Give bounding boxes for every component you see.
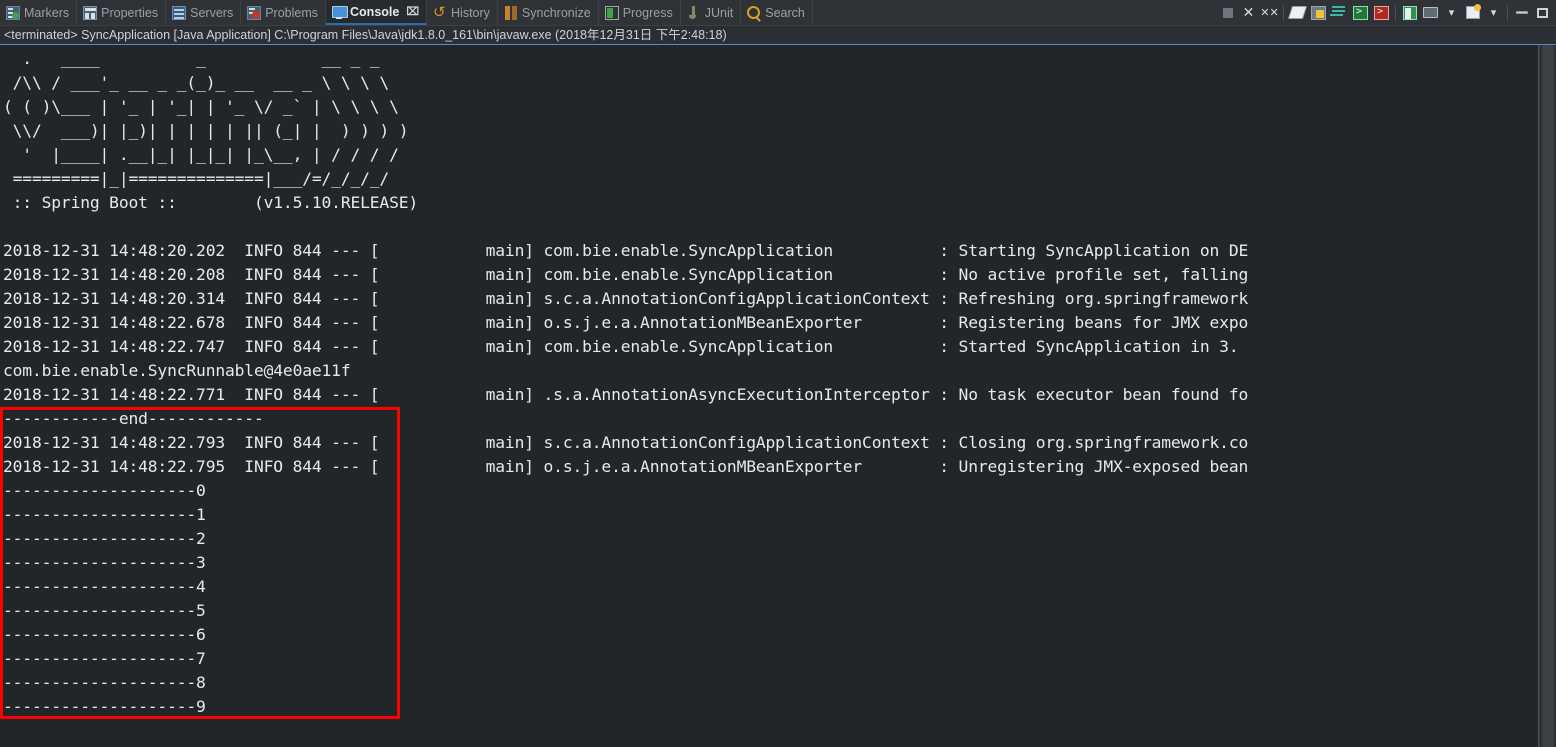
problems-icon: [247, 5, 262, 20]
tab-console[interactable]: Console ⌧: [326, 0, 428, 25]
chevron-down-icon: ▾: [1448, 6, 1455, 19]
display-selected-console-button[interactable]: [1421, 3, 1440, 22]
word-wrap-button[interactable]: [1330, 3, 1349, 22]
minimize-icon: [1515, 11, 1528, 14]
console-text-canvas[interactable]: . ____ _ __ _ _ /\\ / ___'_ __ _ _(_)_ _…: [0, 45, 1539, 747]
scroll-lock-button[interactable]: [1309, 3, 1328, 22]
tab-label: Markers: [24, 5, 70, 20]
display-console-icon: [1423, 7, 1438, 18]
tab-synchronize[interactable]: Synchronize: [498, 0, 599, 25]
tab-problems[interactable]: Problems: [241, 0, 327, 25]
tab-markers[interactable]: Markers: [0, 0, 78, 25]
maximize-icon: [1537, 7, 1548, 18]
vertical-scrollbar[interactable]: [1539, 45, 1556, 747]
junit-icon: [687, 5, 701, 20]
remove-launch-button[interactable]: ✕: [1239, 3, 1258, 22]
progress-icon: [604, 5, 619, 20]
remove-all-terminated-button[interactable]: ✕✕: [1260, 3, 1279, 22]
tab-label: Console: [350, 4, 400, 19]
tab-label: Problems: [265, 5, 319, 20]
tab-label: Servers: [190, 5, 234, 20]
view-tabs: Markers Properties Servers Problems Cons…: [0, 0, 1214, 25]
tab-label: History: [451, 5, 490, 20]
clear-console-button[interactable]: [1287, 3, 1308, 22]
tab-label: Search: [765, 5, 805, 20]
tab-junit[interactable]: JUnit: [681, 0, 742, 25]
tab-label: JUnit: [704, 5, 734, 20]
terminate-button[interactable]: [1218, 3, 1237, 22]
console-output-area: . ____ _ __ _ _ /\\ / ___'_ __ _ _(_)_ _…: [0, 45, 1556, 747]
spring-boot-banner: . ____ _ __ _ _ /\\ / ___'_ __ _ _(_)_ _…: [3, 49, 419, 212]
show-console-stdout-button[interactable]: [1351, 3, 1370, 22]
open-console-button[interactable]: [1463, 3, 1482, 22]
eclipse-console-view: Markers Properties Servers Problems Cons…: [0, 0, 1556, 747]
chevron-down-icon: ▾: [1490, 6, 1497, 19]
minimize-view-button[interactable]: [1512, 3, 1531, 22]
tab-label: Properties: [101, 5, 159, 20]
display-console-dropdown[interactable]: ▾: [1442, 3, 1461, 22]
history-icon: [433, 3, 447, 21]
toolbar-separator: [1507, 4, 1508, 21]
view-tab-bar: Markers Properties Servers Problems Cons…: [0, 0, 1556, 26]
properties-icon: [83, 5, 98, 20]
clear-console-icon: [1287, 6, 1308, 19]
servers-icon: [172, 5, 187, 20]
pin-console-icon: [1402, 5, 1417, 20]
toolbar-separator: [1395, 4, 1396, 21]
close-icon[interactable]: ⌧: [406, 0, 419, 25]
console-stderr-icon: [1374, 5, 1389, 20]
new-console-icon: [1465, 4, 1481, 19]
console-icon: [332, 5, 349, 19]
maximize-view-button[interactable]: [1533, 3, 1552, 22]
scrollbar-thumb[interactable]: [1542, 45, 1554, 747]
console-log-text: 2018-12-31 14:48:20.202 INFO 844 --- [ m…: [3, 241, 1249, 716]
tab-search[interactable]: Search: [741, 0, 813, 25]
console-toolbar: ✕ ✕✕ ▾ ▾: [1214, 0, 1556, 25]
process-launch-label: <terminated> SyncApplication [Java Appli…: [0, 26, 1556, 45]
console-stdout-icon: [1353, 5, 1368, 20]
tab-history[interactable]: History: [427, 0, 498, 25]
markers-icon: [6, 5, 20, 20]
tab-properties[interactable]: Properties: [77, 0, 167, 25]
close-x-icon: ✕: [1242, 4, 1255, 21]
tab-label: Progress: [622, 5, 673, 20]
synchronize-icon: [504, 5, 518, 20]
toolbar-separator: [1283, 4, 1284, 21]
pin-console-button[interactable]: [1400, 3, 1419, 22]
open-console-dropdown[interactable]: ▾: [1484, 3, 1503, 22]
search-icon: [747, 5, 761, 20]
stop-square-icon: [1222, 7, 1233, 18]
tab-progress[interactable]: Progress: [599, 0, 681, 25]
tab-label: Synchronize: [521, 5, 591, 20]
close-all-xx-icon: ✕✕: [1260, 6, 1279, 19]
scroll-lock-icon: [1311, 5, 1326, 20]
tab-servers[interactable]: Servers: [166, 0, 242, 25]
show-console-stderr-button[interactable]: [1372, 3, 1391, 22]
